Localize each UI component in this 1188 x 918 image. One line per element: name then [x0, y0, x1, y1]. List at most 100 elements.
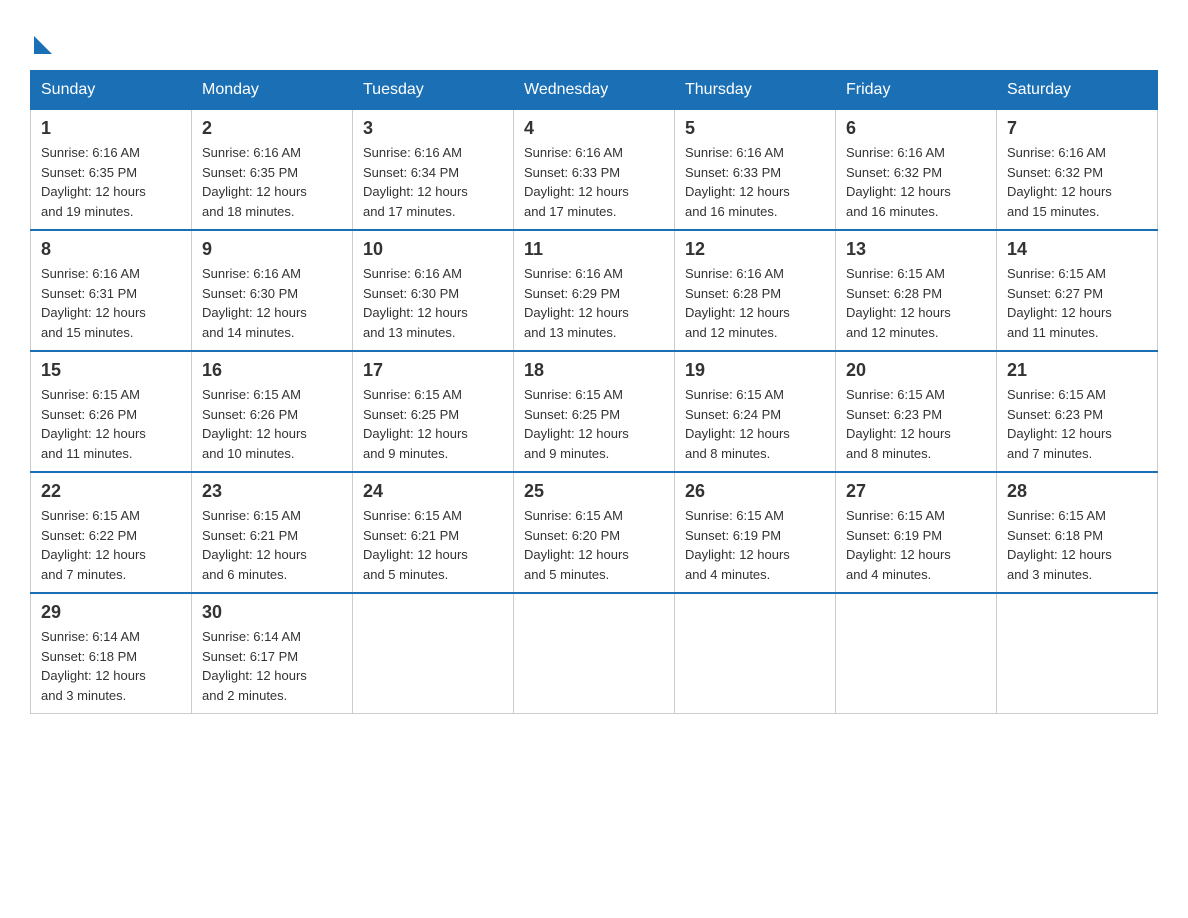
day-number: 5	[685, 118, 825, 139]
day-number: 7	[1007, 118, 1147, 139]
calendar-table: SundayMondayTuesdayWednesdayThursdayFrid…	[30, 70, 1158, 714]
calendar-day-3: 3 Sunrise: 6:16 AM Sunset: 6:34 PM Dayli…	[353, 110, 514, 231]
day-number: 26	[685, 481, 825, 502]
day-number: 22	[41, 481, 181, 502]
calendar-day-28: 28 Sunrise: 6:15 AM Sunset: 6:18 PM Dayl…	[997, 472, 1158, 593]
day-info: Sunrise: 6:15 AM Sunset: 6:21 PM Dayligh…	[202, 506, 342, 584]
day-info: Sunrise: 6:16 AM Sunset: 6:30 PM Dayligh…	[202, 264, 342, 342]
day-info: Sunrise: 6:16 AM Sunset: 6:32 PM Dayligh…	[1007, 143, 1147, 221]
calendar-day-5: 5 Sunrise: 6:16 AM Sunset: 6:33 PM Dayli…	[675, 110, 836, 231]
day-number: 24	[363, 481, 503, 502]
day-info: Sunrise: 6:16 AM Sunset: 6:29 PM Dayligh…	[524, 264, 664, 342]
calendar-day-7: 7 Sunrise: 6:16 AM Sunset: 6:32 PM Dayli…	[997, 110, 1158, 231]
calendar-day-18: 18 Sunrise: 6:15 AM Sunset: 6:25 PM Dayl…	[514, 351, 675, 472]
day-number: 11	[524, 239, 664, 260]
header-monday: Monday	[192, 71, 353, 110]
calendar-day-30: 30 Sunrise: 6:14 AM Sunset: 6:17 PM Dayl…	[192, 593, 353, 714]
day-number: 13	[846, 239, 986, 260]
day-number: 4	[524, 118, 664, 139]
day-info: Sunrise: 6:15 AM Sunset: 6:20 PM Dayligh…	[524, 506, 664, 584]
day-info: Sunrise: 6:15 AM Sunset: 6:26 PM Dayligh…	[202, 385, 342, 463]
day-info: Sunrise: 6:15 AM Sunset: 6:24 PM Dayligh…	[685, 385, 825, 463]
day-info: Sunrise: 6:15 AM Sunset: 6:27 PM Dayligh…	[1007, 264, 1147, 342]
day-number: 12	[685, 239, 825, 260]
day-number: 23	[202, 481, 342, 502]
calendar-day-10: 10 Sunrise: 6:16 AM Sunset: 6:30 PM Dayl…	[353, 230, 514, 351]
day-info: Sunrise: 6:15 AM Sunset: 6:23 PM Dayligh…	[846, 385, 986, 463]
day-number: 14	[1007, 239, 1147, 260]
day-info: Sunrise: 6:14 AM Sunset: 6:18 PM Dayligh…	[41, 627, 181, 705]
header-wednesday: Wednesday	[514, 71, 675, 110]
day-info: Sunrise: 6:16 AM Sunset: 6:32 PM Dayligh…	[846, 143, 986, 221]
calendar-day-29: 29 Sunrise: 6:14 AM Sunset: 6:18 PM Dayl…	[31, 593, 192, 714]
day-number: 17	[363, 360, 503, 381]
day-number: 21	[1007, 360, 1147, 381]
day-number: 18	[524, 360, 664, 381]
calendar-day-1: 1 Sunrise: 6:16 AM Sunset: 6:35 PM Dayli…	[31, 110, 192, 231]
day-number: 25	[524, 481, 664, 502]
day-number: 16	[202, 360, 342, 381]
calendar-week-5: 29 Sunrise: 6:14 AM Sunset: 6:18 PM Dayl…	[31, 593, 1158, 714]
calendar-day-21: 21 Sunrise: 6:15 AM Sunset: 6:23 PM Dayl…	[997, 351, 1158, 472]
calendar-day-8: 8 Sunrise: 6:16 AM Sunset: 6:31 PM Dayli…	[31, 230, 192, 351]
calendar-day-11: 11 Sunrise: 6:16 AM Sunset: 6:29 PM Dayl…	[514, 230, 675, 351]
day-number: 19	[685, 360, 825, 381]
day-info: Sunrise: 6:16 AM Sunset: 6:34 PM Dayligh…	[363, 143, 503, 221]
day-info: Sunrise: 6:15 AM Sunset: 6:28 PM Dayligh…	[846, 264, 986, 342]
day-number: 2	[202, 118, 342, 139]
calendar-day-6: 6 Sunrise: 6:16 AM Sunset: 6:32 PM Dayli…	[836, 110, 997, 231]
day-info: Sunrise: 6:16 AM Sunset: 6:33 PM Dayligh…	[685, 143, 825, 221]
day-info: Sunrise: 6:15 AM Sunset: 6:25 PM Dayligh…	[524, 385, 664, 463]
logo	[30, 30, 52, 50]
day-number: 20	[846, 360, 986, 381]
calendar-header-row: SundayMondayTuesdayWednesdayThursdayFrid…	[31, 71, 1158, 110]
day-info: Sunrise: 6:15 AM Sunset: 6:19 PM Dayligh…	[685, 506, 825, 584]
calendar-day-4: 4 Sunrise: 6:16 AM Sunset: 6:33 PM Dayli…	[514, 110, 675, 231]
day-info: Sunrise: 6:16 AM Sunset: 6:31 PM Dayligh…	[41, 264, 181, 342]
calendar-day-15: 15 Sunrise: 6:15 AM Sunset: 6:26 PM Dayl…	[31, 351, 192, 472]
day-info: Sunrise: 6:15 AM Sunset: 6:23 PM Dayligh…	[1007, 385, 1147, 463]
calendar-day-24: 24 Sunrise: 6:15 AM Sunset: 6:21 PM Dayl…	[353, 472, 514, 593]
day-number: 3	[363, 118, 503, 139]
calendar-day-27: 27 Sunrise: 6:15 AM Sunset: 6:19 PM Dayl…	[836, 472, 997, 593]
day-number: 9	[202, 239, 342, 260]
day-number: 8	[41, 239, 181, 260]
header-sunday: Sunday	[31, 71, 192, 110]
day-number: 28	[1007, 481, 1147, 502]
empty-cell-w4c5	[836, 593, 997, 714]
logo-arrow-icon	[34, 36, 52, 54]
calendar-day-25: 25 Sunrise: 6:15 AM Sunset: 6:20 PM Dayl…	[514, 472, 675, 593]
day-info: Sunrise: 6:16 AM Sunset: 6:28 PM Dayligh…	[685, 264, 825, 342]
header-tuesday: Tuesday	[353, 71, 514, 110]
day-info: Sunrise: 6:15 AM Sunset: 6:21 PM Dayligh…	[363, 506, 503, 584]
calendar-day-22: 22 Sunrise: 6:15 AM Sunset: 6:22 PM Dayl…	[31, 472, 192, 593]
day-number: 30	[202, 602, 342, 623]
header-saturday: Saturday	[997, 71, 1158, 110]
day-number: 15	[41, 360, 181, 381]
calendar-day-26: 26 Sunrise: 6:15 AM Sunset: 6:19 PM Dayl…	[675, 472, 836, 593]
empty-cell-w4c2	[353, 593, 514, 714]
calendar-day-20: 20 Sunrise: 6:15 AM Sunset: 6:23 PM Dayl…	[836, 351, 997, 472]
empty-cell-w4c4	[675, 593, 836, 714]
day-info: Sunrise: 6:16 AM Sunset: 6:35 PM Dayligh…	[41, 143, 181, 221]
day-number: 29	[41, 602, 181, 623]
page-header	[30, 30, 1158, 50]
day-number: 27	[846, 481, 986, 502]
calendar-week-2: 8 Sunrise: 6:16 AM Sunset: 6:31 PM Dayli…	[31, 230, 1158, 351]
day-info: Sunrise: 6:15 AM Sunset: 6:19 PM Dayligh…	[846, 506, 986, 584]
calendar-day-17: 17 Sunrise: 6:15 AM Sunset: 6:25 PM Dayl…	[353, 351, 514, 472]
day-info: Sunrise: 6:14 AM Sunset: 6:17 PM Dayligh…	[202, 627, 342, 705]
calendar-day-2: 2 Sunrise: 6:16 AM Sunset: 6:35 PM Dayli…	[192, 110, 353, 231]
calendar-day-9: 9 Sunrise: 6:16 AM Sunset: 6:30 PM Dayli…	[192, 230, 353, 351]
day-info: Sunrise: 6:16 AM Sunset: 6:33 PM Dayligh…	[524, 143, 664, 221]
day-info: Sunrise: 6:15 AM Sunset: 6:26 PM Dayligh…	[41, 385, 181, 463]
calendar-day-16: 16 Sunrise: 6:15 AM Sunset: 6:26 PM Dayl…	[192, 351, 353, 472]
day-info: Sunrise: 6:15 AM Sunset: 6:18 PM Dayligh…	[1007, 506, 1147, 584]
header-friday: Friday	[836, 71, 997, 110]
calendar-day-12: 12 Sunrise: 6:16 AM Sunset: 6:28 PM Dayl…	[675, 230, 836, 351]
day-info: Sunrise: 6:16 AM Sunset: 6:35 PM Dayligh…	[202, 143, 342, 221]
calendar-week-3: 15 Sunrise: 6:15 AM Sunset: 6:26 PM Dayl…	[31, 351, 1158, 472]
day-info: Sunrise: 6:16 AM Sunset: 6:30 PM Dayligh…	[363, 264, 503, 342]
calendar-week-1: 1 Sunrise: 6:16 AM Sunset: 6:35 PM Dayli…	[31, 110, 1158, 231]
day-number: 6	[846, 118, 986, 139]
